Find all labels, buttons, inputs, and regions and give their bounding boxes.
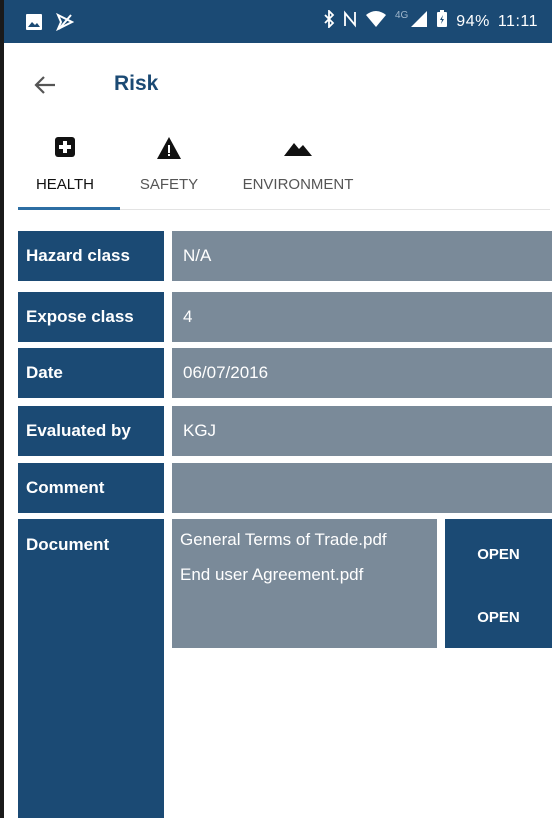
- label-hazard-class: Hazard class: [18, 231, 164, 281]
- tab-health[interactable]: HEALTH: [10, 126, 120, 212]
- notification-slash-icon: [56, 12, 75, 36]
- tab-label: ENVIRONMENT: [242, 176, 354, 193]
- open-document-button-1[interactable]: OPEN: [445, 546, 552, 563]
- tab-label: SAFETY: [139, 176, 199, 193]
- signal-icon: [410, 10, 428, 33]
- open-actions-panel: OPEN OPEN: [445, 519, 552, 648]
- warning-triangle-icon: [156, 136, 182, 165]
- medical-cross-icon: [54, 136, 76, 163]
- label-date: Date: [18, 348, 164, 398]
- value-comment: [172, 463, 552, 513]
- label-document: Document: [18, 519, 164, 818]
- label-evaluated-by: Evaluated by: [18, 406, 164, 456]
- tab-active-indicator: [18, 207, 120, 210]
- tab-safety[interactable]: SAFETY: [120, 126, 218, 212]
- bluetooth-icon: [323, 8, 335, 33]
- document-list: General Terms of Trade.pdf End user Agre…: [172, 519, 437, 648]
- document-file-name: End user Agreement.pdf: [180, 565, 364, 584]
- status-bar-left: [26, 12, 75, 36]
- document-file-name: General Terms of Trade.pdf: [180, 530, 387, 549]
- value-hazard-class: N/A: [172, 231, 552, 281]
- tab-bar: HEALTH SAFETY ENVIRONMENT: [4, 126, 552, 212]
- image-icon: [26, 14, 42, 35]
- tab-label: HEALTH: [35, 176, 95, 193]
- battery-icon: [436, 10, 448, 33]
- label-comment: Comment: [18, 463, 164, 513]
- value-evaluated-by: KGJ: [172, 406, 552, 456]
- nfc-icon: [343, 10, 357, 33]
- wifi-icon: [365, 10, 387, 33]
- status-bar: 4G 94% 11:11: [4, 0, 552, 43]
- network-label: 4G: [394, 10, 409, 21]
- status-bar-right: 4G 94% 11:11: [323, 8, 538, 33]
- page-title: Risk: [114, 72, 159, 95]
- tab-environment[interactable]: ENVIRONMENT: [218, 126, 378, 212]
- label-expose-class: Expose class: [18, 292, 164, 342]
- battery-percent: 94%: [456, 12, 490, 30]
- clock: 11:11: [497, 12, 538, 30]
- mountain-icon: [284, 142, 312, 161]
- value-date: 06/07/2016: [172, 348, 552, 398]
- app-bar: Risk: [4, 43, 552, 126]
- open-document-button-2[interactable]: OPEN: [445, 609, 552, 626]
- arrow-left-icon[interactable]: [34, 73, 56, 99]
- value-expose-class: 4: [172, 292, 552, 342]
